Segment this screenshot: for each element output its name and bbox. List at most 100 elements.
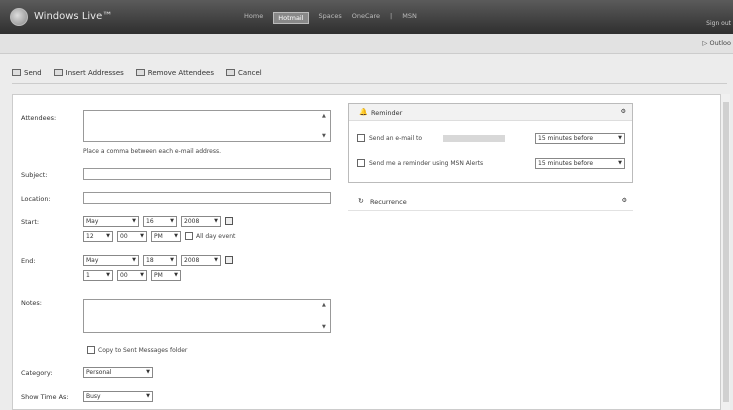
scroll-down-icon[interactable]: ▼ xyxy=(322,324,328,330)
attendees-label: Attendees: xyxy=(21,114,57,122)
start-ampm-select[interactable]: PM ▼ xyxy=(151,231,181,242)
chevron-down-icon: ▼ xyxy=(618,135,622,141)
email-reminder-checkbox[interactable] xyxy=(357,134,365,142)
reminder-panel: 🔔 Reminder ⚙ Send an e-mail to 15 minute… xyxy=(348,103,633,183)
end-year-select[interactable]: 2008 ▼ xyxy=(181,255,221,266)
start-year-select[interactable]: 2008 ▼ xyxy=(181,216,221,227)
subject-label: Subject: xyxy=(21,171,48,179)
reminder-header[interactable]: 🔔 Reminder ⚙ xyxy=(349,104,632,121)
alert-reminder-value: 15 minutes before xyxy=(538,160,594,167)
start-month-value: May xyxy=(86,218,99,225)
start-minute-select[interactable]: 00 ▼ xyxy=(117,231,147,242)
chevron-down-icon: ▼ xyxy=(146,369,150,375)
end-calendar-icon[interactable] xyxy=(225,256,233,264)
chevron-down-icon: ▼ xyxy=(140,233,144,239)
scroll-up-icon[interactable]: ▲ xyxy=(322,302,328,308)
start-month-select[interactable]: May ▼ xyxy=(83,216,139,227)
collapse-icon[interactable]: ⚙ xyxy=(621,108,626,115)
chevron-down-icon: ▼ xyxy=(618,160,622,166)
show-time-label: Show Time As: xyxy=(21,393,69,401)
end-day-value: 18 xyxy=(146,257,154,264)
outlook-link-label: Outloo xyxy=(709,39,731,47)
insert-addresses-label: Insert Addresses xyxy=(65,68,124,77)
chevron-down-icon: ▼ xyxy=(132,218,136,224)
chevron-down-icon: ▼ xyxy=(132,257,136,263)
sign-out-link[interactable]: Sign out xyxy=(706,20,731,27)
remove-attendees-button[interactable]: Remove Attendees xyxy=(135,68,215,77)
start-year-value: 2008 xyxy=(184,218,200,225)
start-day-select[interactable]: 16 ▼ xyxy=(143,216,177,227)
send-button[interactable]: Send xyxy=(12,69,42,77)
recurrence-icon: ↻ xyxy=(358,197,364,205)
start-minute-value: 00 xyxy=(120,233,128,240)
chevron-down-icon: ▼ xyxy=(214,257,218,263)
chevron-down-icon: ▼ xyxy=(106,233,110,239)
start-label: Start: xyxy=(21,218,40,226)
chevron-down-icon: ▼ xyxy=(170,218,174,224)
cancel-label: Cancel xyxy=(238,68,262,77)
end-hour-select[interactable]: 1 ▼ xyxy=(83,270,113,281)
category-value: Personal xyxy=(86,369,112,376)
alert-reminder-select[interactable]: 15 minutes before ▼ xyxy=(535,158,625,169)
top-bar: Windows Live™ Home Hotmail Spaces OneCar… xyxy=(0,0,733,34)
start-hour-select[interactable]: 12 ▼ xyxy=(83,231,113,242)
show-time-select[interactable]: Busy ▼ xyxy=(83,391,153,402)
notes-label: Notes: xyxy=(21,299,42,307)
cancel-button[interactable]: Cancel xyxy=(226,69,262,77)
page-scrollbar[interactable] xyxy=(720,94,730,410)
chevron-down-icon: ▼ xyxy=(146,393,150,399)
insert-addresses-button[interactable]: Insert Addresses xyxy=(53,68,124,77)
expand-icon[interactable]: ⚙ xyxy=(622,197,627,204)
start-day-value: 16 xyxy=(146,218,154,225)
alert-reminder-label: Send me a reminder using MSN Alerts xyxy=(369,160,484,167)
remove-attendees-label: Remove Attendees xyxy=(147,68,215,77)
send-label: Send xyxy=(24,68,42,77)
address-book-icon xyxy=(53,69,63,76)
top-nav: Home Hotmail Spaces OneCare | MSN xyxy=(244,12,417,24)
scroll-up-icon[interactable]: ▲ xyxy=(322,113,328,119)
show-time-value: Busy xyxy=(86,393,101,400)
event-toolbar: Send Insert Addresses Remove Attendees C… xyxy=(12,62,727,84)
sub-bar: ▷ Outloo xyxy=(0,34,733,54)
category-select[interactable]: Personal ▼ xyxy=(83,367,153,378)
alert-reminder-checkbox[interactable] xyxy=(357,159,365,167)
recurrence-panel[interactable]: ↻ Recurrence ⚙ xyxy=(348,193,633,211)
end-day-select[interactable]: 18 ▼ xyxy=(143,255,177,266)
end-year-value: 2008 xyxy=(184,257,200,264)
nav-hotmail[interactable]: Hotmail xyxy=(273,12,309,24)
end-minute-select[interactable]: 00 ▼ xyxy=(117,270,147,281)
email-reminder-select[interactable]: 15 minutes before ▼ xyxy=(535,133,625,144)
attendees-input[interactable]: ▲ ▼ xyxy=(83,110,331,142)
cancel-icon xyxy=(226,69,236,76)
nav-spaces[interactable]: Spaces xyxy=(319,12,342,24)
location-input[interactable] xyxy=(83,192,331,204)
recurrence-title: Recurrence xyxy=(370,198,407,206)
chevron-down-icon: ▼ xyxy=(174,233,178,239)
copy-sent-label: Copy to Sent Messages folder xyxy=(98,347,188,354)
email-reminder-label: Send an e-mail to xyxy=(369,135,423,142)
end-ampm-select[interactable]: PM ▼ xyxy=(151,270,181,281)
bell-icon: 🔔 xyxy=(359,108,368,116)
remove-attendees-icon xyxy=(135,69,145,76)
chevron-down-icon: ▼ xyxy=(174,272,178,278)
nav-home[interactable]: Home xyxy=(244,12,263,24)
chevron-down-icon: ▼ xyxy=(170,257,174,263)
notes-input[interactable]: ▲ ▼ xyxy=(83,299,331,333)
outlook-link[interactable]: ▷ Outloo xyxy=(702,39,731,47)
email-reminder-value: 15 minutes before xyxy=(538,135,594,142)
copy-sent-checkbox[interactable] xyxy=(87,346,95,354)
all-day-checkbox[interactable] xyxy=(185,232,193,240)
brand-title: Windows Live™ xyxy=(34,11,113,22)
subject-input[interactable] xyxy=(83,168,331,180)
end-month-select[interactable]: May ▼ xyxy=(83,255,139,266)
end-hour-value: 1 xyxy=(86,272,90,279)
scroll-down-icon[interactable]: ▼ xyxy=(322,133,328,139)
scrollbar-thumb[interactable] xyxy=(723,102,729,402)
start-ampm-value: PM xyxy=(154,233,163,240)
nav-msn[interactable]: MSN xyxy=(402,12,417,24)
chevron-down-icon: ▼ xyxy=(106,272,110,278)
chevron-down-icon: ▼ xyxy=(214,218,218,224)
nav-onecare[interactable]: OneCare xyxy=(352,12,380,24)
start-calendar-icon[interactable] xyxy=(225,217,233,225)
event-form: Attendees: ▲ ▼ Place a comma between eac… xyxy=(12,94,722,410)
